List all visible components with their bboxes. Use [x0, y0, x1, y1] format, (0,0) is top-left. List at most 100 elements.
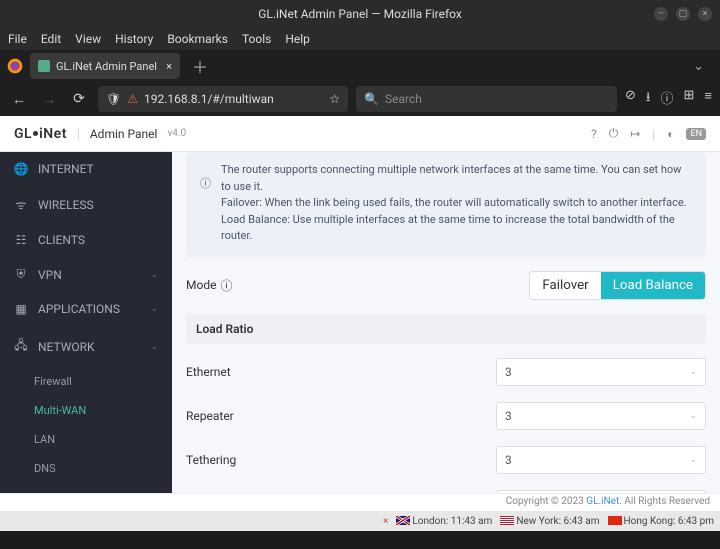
shield-icon: 🛡: [106, 92, 121, 106]
sidebar-item-clients[interactable]: ☷CLIENTS: [0, 223, 172, 257]
ratio-label: Tethering: [186, 453, 386, 467]
ratio-row-ethernet: Ethernet 3⌄: [186, 358, 706, 386]
chevron-down-icon: ⌄: [689, 367, 697, 377]
language-button[interactable]: EN: [686, 128, 706, 140]
help-icon[interactable]: ?: [591, 127, 597, 141]
apps-icon: ▦: [14, 302, 28, 316]
sidebar-item-applications[interactable]: ▦APPLICATIONS⌄: [0, 292, 172, 326]
tab-close-icon[interactable]: ×: [166, 60, 172, 73]
sidebar-sub-networkmode[interactable]: Network Mode: [0, 483, 172, 493]
ratio-label: Repeater: [186, 409, 386, 423]
ratio-select-ethernet[interactable]: 3⌄: [496, 358, 706, 386]
globe-icon: 🌐: [14, 162, 28, 176]
chevron-down-icon: ⌄: [689, 455, 697, 465]
search-bar[interactable]: 🔍 Search: [356, 86, 617, 112]
browser-menubar: File Edit View History Bookmarks Tools H…: [0, 28, 720, 50]
sidebar-item-network[interactable]: 🖧NETWORK⌄: [0, 326, 172, 367]
maximize-button[interactable]: ▢: [676, 7, 690, 21]
info-box: ⓘ The router supports connecting multipl…: [186, 152, 706, 257]
sidebar-sub-lan[interactable]: LAN: [0, 425, 172, 454]
shield-icon: ⛨: [14, 267, 28, 282]
permission-icon[interactable]: ⊘: [625, 88, 636, 110]
back-button[interactable]: ←: [8, 91, 30, 108]
minimize-button[interactable]: –: [654, 7, 668, 21]
reload-button[interactable]: ⟳: [68, 91, 90, 107]
menu-file[interactable]: File: [8, 32, 27, 46]
clock-london: London: 11:43 am: [396, 516, 492, 527]
account-icon[interactable]: ⓘ: [660, 88, 673, 110]
mode-failover-button[interactable]: Failover: [530, 272, 600, 299]
chevron-down-icon: ⌄: [150, 342, 158, 352]
chevron-down-icon: ⌄: [150, 270, 158, 280]
menu-bookmarks[interactable]: Bookmarks: [167, 32, 228, 46]
search-placeholder: Search: [385, 92, 422, 106]
window-title: GL.iNet Admin Panel — Mozilla Firefox: [258, 7, 462, 21]
browser-tabbar: GL.iNet Admin Panel × ＋ ⌄: [0, 50, 720, 82]
lock-icon: ⚠: [127, 92, 138, 106]
info-line1: The router supports connecting multiple …: [221, 162, 692, 195]
extensions-icon[interactable]: ⊞: [684, 88, 695, 110]
sidebar-sub-multiwan[interactable]: Multi-WAN: [0, 396, 172, 425]
ratio-select-repeater[interactable]: 3⌄: [496, 402, 706, 430]
close-x-icon[interactable]: ×: [383, 516, 388, 527]
new-tab-button[interactable]: ＋: [186, 54, 214, 78]
info-icon[interactable]: ⓘ: [220, 277, 232, 294]
main-panel: ⓘ The router supports connecting multipl…: [172, 152, 720, 493]
bookmark-star-icon[interactable]: ☆: [329, 92, 340, 106]
tabs-dropdown-icon[interactable]: ⌄: [683, 59, 714, 74]
section-header: Load Ratio: [186, 314, 706, 344]
wifi-icon: ᯤ: [14, 196, 28, 213]
sidebar-item-internet[interactable]: 🌐INTERNET: [0, 152, 172, 186]
ratio-row-repeater: Repeater 3⌄: [186, 402, 706, 430]
firefox-icon: [6, 57, 24, 75]
url-text: 192.168.8.1/#/multiwan: [144, 92, 274, 106]
chevron-down-icon: ⌄: [150, 304, 158, 314]
ratio-label: Ethernet: [186, 365, 386, 379]
footer: Copyright © 2023 GL.iNet. All Rights Res…: [0, 493, 720, 511]
mode-row: Mode ⓘ Failover Load Balance: [186, 271, 706, 300]
info-icon: ⓘ: [200, 176, 211, 245]
brand-logo: GLiNet: [14, 126, 67, 142]
close-button[interactable]: ×: [698, 7, 712, 21]
sidebar-sub-firewall[interactable]: Firewall: [0, 367, 172, 396]
ratio-row-tethering: Tethering 3⌄: [186, 446, 706, 474]
info-line3: Load Balance: Use multiple interfaces at…: [221, 212, 692, 245]
reboot-icon[interactable]: ⏻: [609, 126, 619, 141]
menu-history[interactable]: History: [115, 32, 153, 46]
mode-toggle: Failover Load Balance: [529, 271, 706, 300]
ratio-select-tethering[interactable]: 3⌄: [496, 446, 706, 474]
admin-header: GLiNet | Admin Panel v4.0 ? ⏻ ↦ | ◐ EN: [0, 116, 720, 152]
theme-icon[interactable]: ◐: [667, 127, 674, 141]
footer-link[interactable]: GL.iNet: [586, 496, 619, 507]
sidebar-sub-dns[interactable]: DNS: [0, 454, 172, 483]
browser-toolbar: ← → ⟳ 🛡 ⚠ 192.168.8.1/#/multiwan ☆ 🔍 Sea…: [0, 82, 720, 116]
menu-edit[interactable]: Edit: [41, 32, 61, 46]
search-icon: 🔍: [364, 92, 379, 106]
sidebar: 🌐INTERNET ᯤWIRELESS ☷CLIENTS ⛨VPN⌄ ▦APPL…: [0, 152, 172, 493]
sidebar-item-vpn[interactable]: ⛨VPN⌄: [0, 257, 172, 292]
page-content: GLiNet | Admin Panel v4.0 ? ⏻ ↦ | ◐ EN 🌐…: [0, 116, 720, 511]
logout-icon[interactable]: ↦: [630, 127, 640, 141]
os-statusbar: × London: 11:43 am New York: 6:43 am Hon…: [0, 511, 720, 531]
menu-tools[interactable]: Tools: [242, 32, 271, 46]
window-titlebar: GL.iNet Admin Panel — Mozilla Firefox – …: [0, 0, 720, 28]
admin-body: 🌐INTERNET ᯤWIRELESS ☷CLIENTS ⛨VPN⌄ ▦APPL…: [0, 152, 720, 493]
chevron-down-icon: ⌄: [689, 411, 697, 421]
hamburger-menu-icon[interactable]: ≡: [704, 88, 712, 110]
tab-title: GL.iNet Admin Panel: [56, 60, 157, 73]
version-label: v4.0: [167, 128, 186, 139]
menu-view[interactable]: View: [75, 32, 101, 46]
panel-title: Admin Panel: [90, 127, 158, 141]
clock-hongkong: Hong Kong: 6:43 pm: [608, 516, 715, 527]
browser-tab[interactable]: GL.iNet Admin Panel ×: [30, 53, 180, 79]
forward-button[interactable]: →: [38, 91, 60, 108]
network-icon: 🖧: [14, 336, 28, 357]
info-line2: Failover: When the link being used fails…: [221, 195, 692, 212]
sidebar-item-wireless[interactable]: ᯤWIRELESS: [0, 186, 172, 223]
menu-help[interactable]: Help: [285, 32, 310, 46]
mode-label: Mode ⓘ: [186, 277, 232, 294]
mode-loadbalance-button[interactable]: Load Balance: [601, 272, 705, 299]
downloads-icon[interactable]: ⭳: [646, 88, 651, 110]
address-bar[interactable]: 🛡 ⚠ 192.168.8.1/#/multiwan ☆: [98, 86, 348, 112]
favicon-icon: [38, 60, 50, 72]
